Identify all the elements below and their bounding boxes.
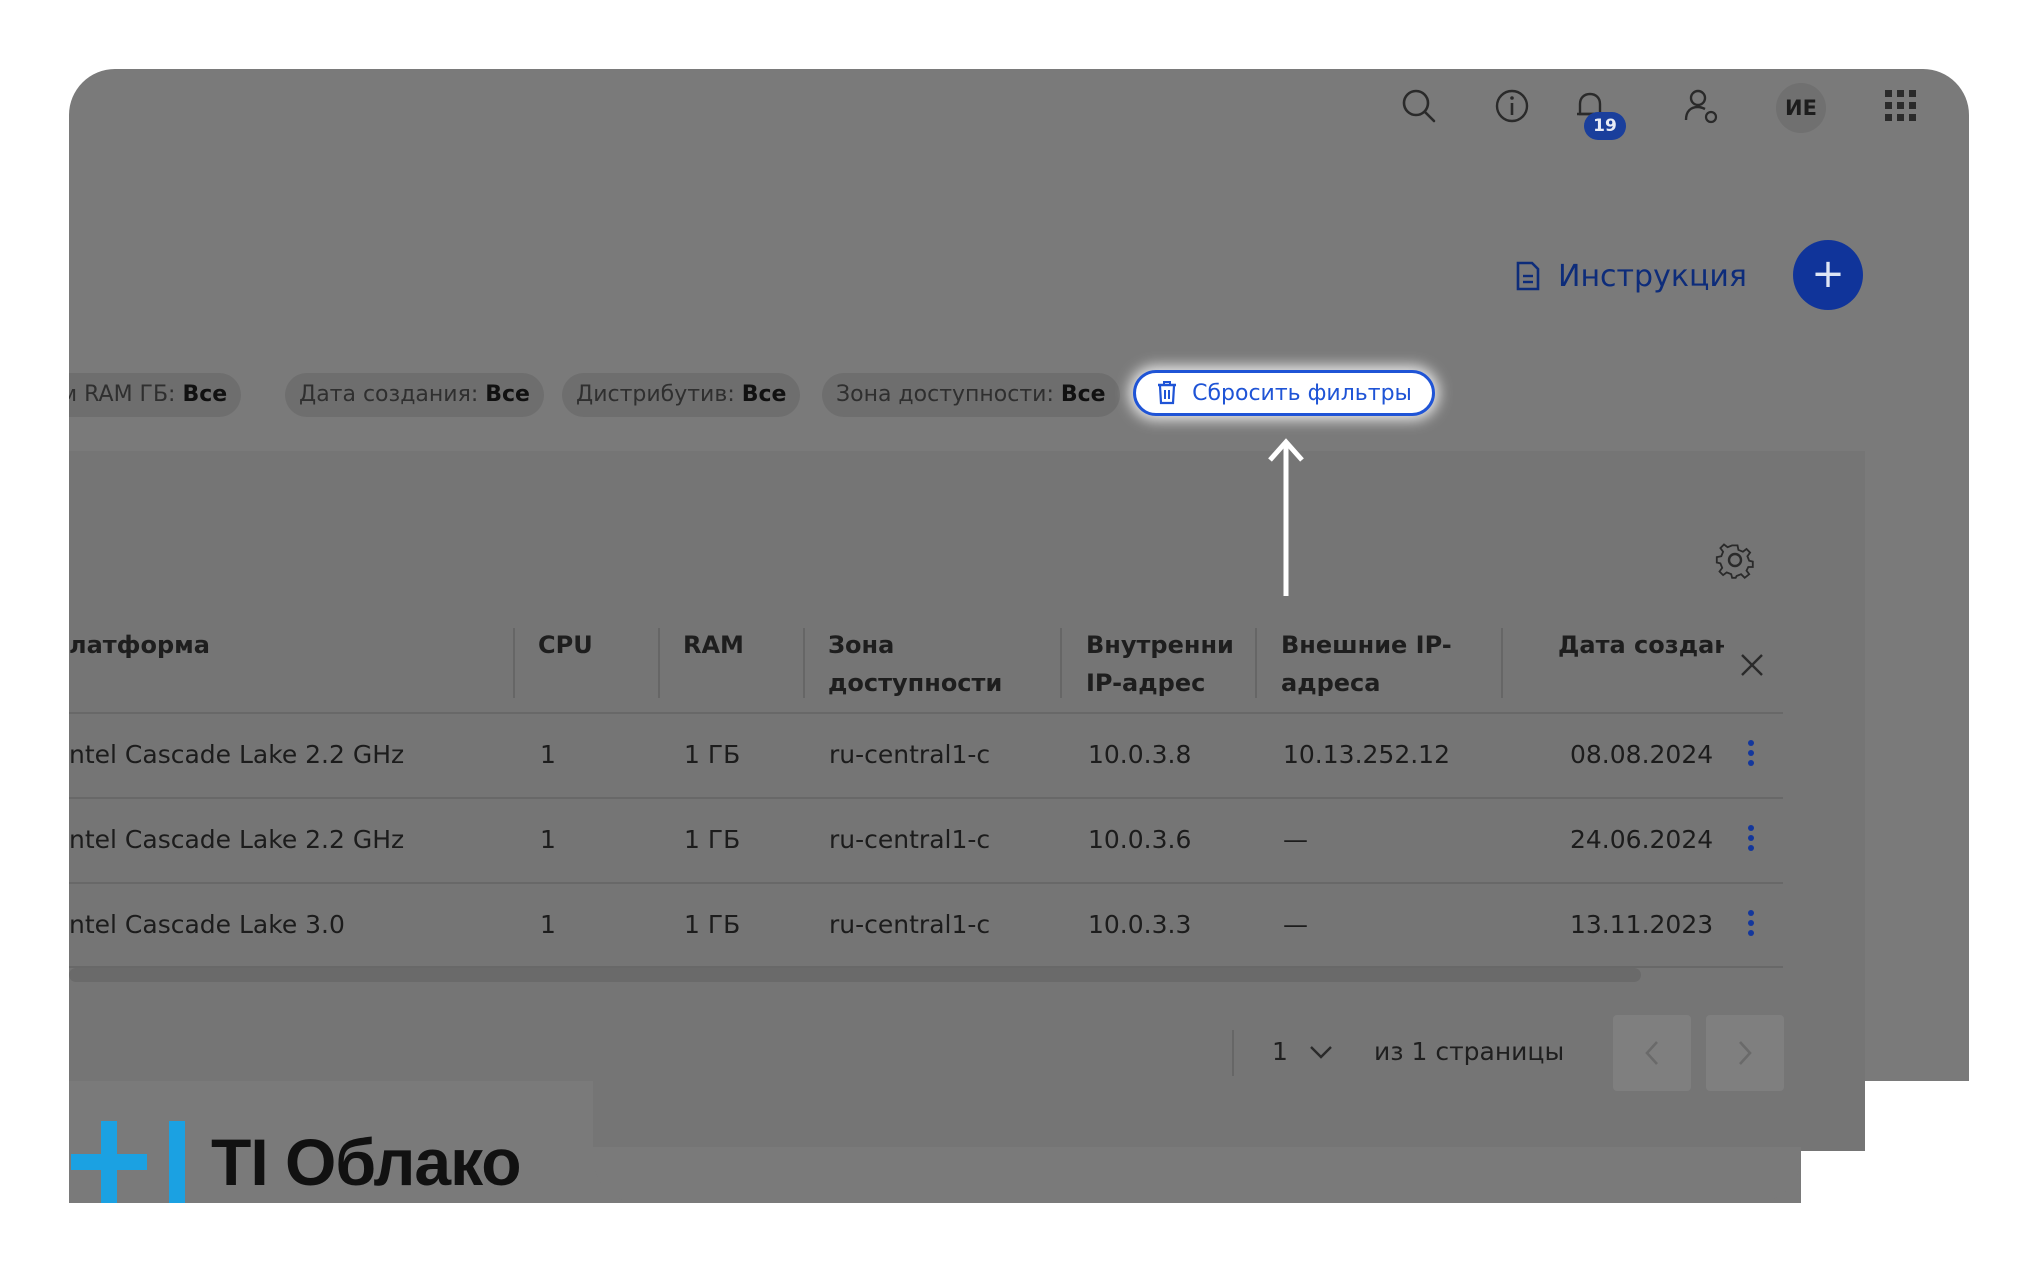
gear-icon[interactable] [1715, 540, 1755, 580]
cell-internal-ip: 10.0.3.8 [1088, 740, 1192, 769]
filter-chip-zone[interactable]: Зона доступности: Все [822, 373, 1120, 417]
filter-chip-label: ем RAM ГБ: [69, 382, 176, 407]
table-header-divider [69, 712, 1783, 714]
cell-external-ip: — [1283, 910, 1308, 939]
cell-created: 24.06.2024 [1570, 825, 1714, 854]
row-menu-icon[interactable] [1744, 908, 1758, 942]
filter-chip-value: Все [485, 382, 530, 407]
content-panel [69, 451, 1865, 1151]
brand-logo: TI Облако [71, 1121, 522, 1203]
column-header-external-ip[interactable]: Внешние IP-адреса [1281, 626, 1452, 702]
row-divider [69, 797, 1783, 799]
column-header-zone[interactable]: Зона доступности [828, 626, 1002, 702]
instruction-link[interactable]: Инструкция [1514, 254, 1747, 298]
filter-chip-distro[interactable]: Дистрибутив: Все [562, 373, 801, 417]
next-page-button[interactable] [1706, 1015, 1784, 1091]
column-header-line: латформа [69, 631, 210, 659]
row-menu-icon[interactable] [1744, 823, 1758, 857]
cell-created: 08.08.2024 [1570, 740, 1714, 769]
current-page: 1 [1272, 1037, 1288, 1066]
row-menu-icon[interactable] [1744, 738, 1758, 772]
cell-internal-ip: 10.0.3.6 [1088, 825, 1192, 854]
cell-platform: ntel Cascade Lake 2.2 GHz [69, 825, 405, 854]
pager-separator [1232, 1030, 1234, 1076]
column-header-line: доступности [828, 669, 1003, 697]
cell-cpu: 1 [540, 910, 556, 939]
cell-ram: 1 ГБ [684, 825, 741, 854]
page-count: из 1 страницы [1374, 1037, 1565, 1066]
apps-grid-icon[interactable] [1879, 84, 1923, 128]
column-header-line: Внешние IP- [1281, 631, 1452, 659]
pointer-arrow [1268, 438, 1304, 596]
horizontal-scrollbar[interactable] [69, 968, 1641, 982]
column-header-line: IP-адрес [1086, 669, 1206, 697]
instruction-label: Инструкция [1558, 258, 1747, 294]
brand-mark-icon [71, 1121, 185, 1203]
filter-chip-label: Зона доступности: [836, 382, 1054, 407]
cell-zone: ru-central1-c [829, 910, 991, 939]
cell-zone: ru-central1-c [829, 825, 991, 854]
column-header-created[interactable]: Дата создан [1558, 626, 1724, 664]
column-header-line: CPU [538, 631, 593, 659]
column-header-line: Зона [828, 631, 895, 659]
column-header-line: RAM [683, 631, 744, 659]
column-header-line: Внутренни [1086, 631, 1232, 659]
prev-page-button[interactable] [1613, 1015, 1691, 1091]
reset-filters-button[interactable]: Сбросить фильтры [1133, 370, 1435, 416]
close-icon[interactable] [1737, 650, 1767, 680]
filter-chip-label: Дистрибутив: [576, 382, 735, 407]
column-separator[interactable] [658, 628, 660, 698]
trash-icon [1158, 381, 1177, 405]
chevron-left-icon [1645, 1041, 1658, 1065]
column-separator[interactable] [803, 628, 805, 698]
column-header-platform[interactable]: латформа [69, 626, 210, 664]
info-icon[interactable] [1490, 84, 1534, 128]
cell-platform: ntel Cascade Lake 3.0 [69, 910, 345, 939]
cell-ram: 1 ГБ [684, 740, 741, 769]
column-separator[interactable] [1255, 628, 1257, 698]
column-header-ram[interactable]: RAM [683, 626, 744, 664]
user-settings-icon[interactable] [1679, 84, 1723, 128]
cell-external-ip: — [1283, 825, 1308, 854]
chevron-down-icon [1310, 1046, 1332, 1059]
search-icon[interactable] [1397, 84, 1441, 128]
brand-name: TI Облако [211, 1125, 522, 1199]
column-separator[interactable] [1501, 628, 1503, 698]
page-select[interactable]: 1 [1272, 1037, 1334, 1066]
filter-chip-label: Дата создания: [299, 382, 479, 407]
column-header-line: адреса [1281, 669, 1381, 697]
row-divider [69, 882, 1783, 884]
reset-filters-label: Сбросить фильтры [1192, 380, 1412, 406]
filter-chip-ram[interactable]: ем RAM ГБ: Все [69, 373, 255, 417]
cell-external-ip: 10.13.252.12 [1283, 740, 1450, 769]
column-header-internal-ip[interactable]: Внутренни IP-адрес [1086, 626, 1232, 702]
cell-cpu: 1 [540, 825, 556, 854]
document-icon [1516, 261, 1540, 291]
column-separator[interactable] [513, 628, 515, 698]
filter-chip-value: Все [741, 382, 787, 407]
cell-cpu: 1 [540, 740, 556, 769]
column-header-cpu[interactable]: CPU [538, 626, 593, 664]
column-header-line: Дата создан [1558, 631, 1724, 659]
notification-badge: 19 [1584, 112, 1626, 140]
cell-created: 13.11.2023 [1570, 910, 1714, 939]
filter-chip-value: Все [182, 382, 228, 407]
avatar[interactable]: ИЕ [1776, 83, 1826, 133]
chevron-right-icon [1739, 1041, 1752, 1065]
cell-platform: ntel Cascade Lake 2.2 GHz [69, 740, 405, 769]
filter-chip-value: Все [1060, 382, 1106, 407]
column-separator[interactable] [1060, 628, 1062, 698]
filter-chip-created[interactable]: Дата создания: Все [285, 373, 544, 417]
cell-zone: ru-central1-c [829, 740, 991, 769]
cell-ram: 1 ГБ [684, 910, 741, 939]
add-button[interactable]: + [1793, 240, 1863, 310]
cell-internal-ip: 10.0.3.3 [1088, 910, 1192, 939]
